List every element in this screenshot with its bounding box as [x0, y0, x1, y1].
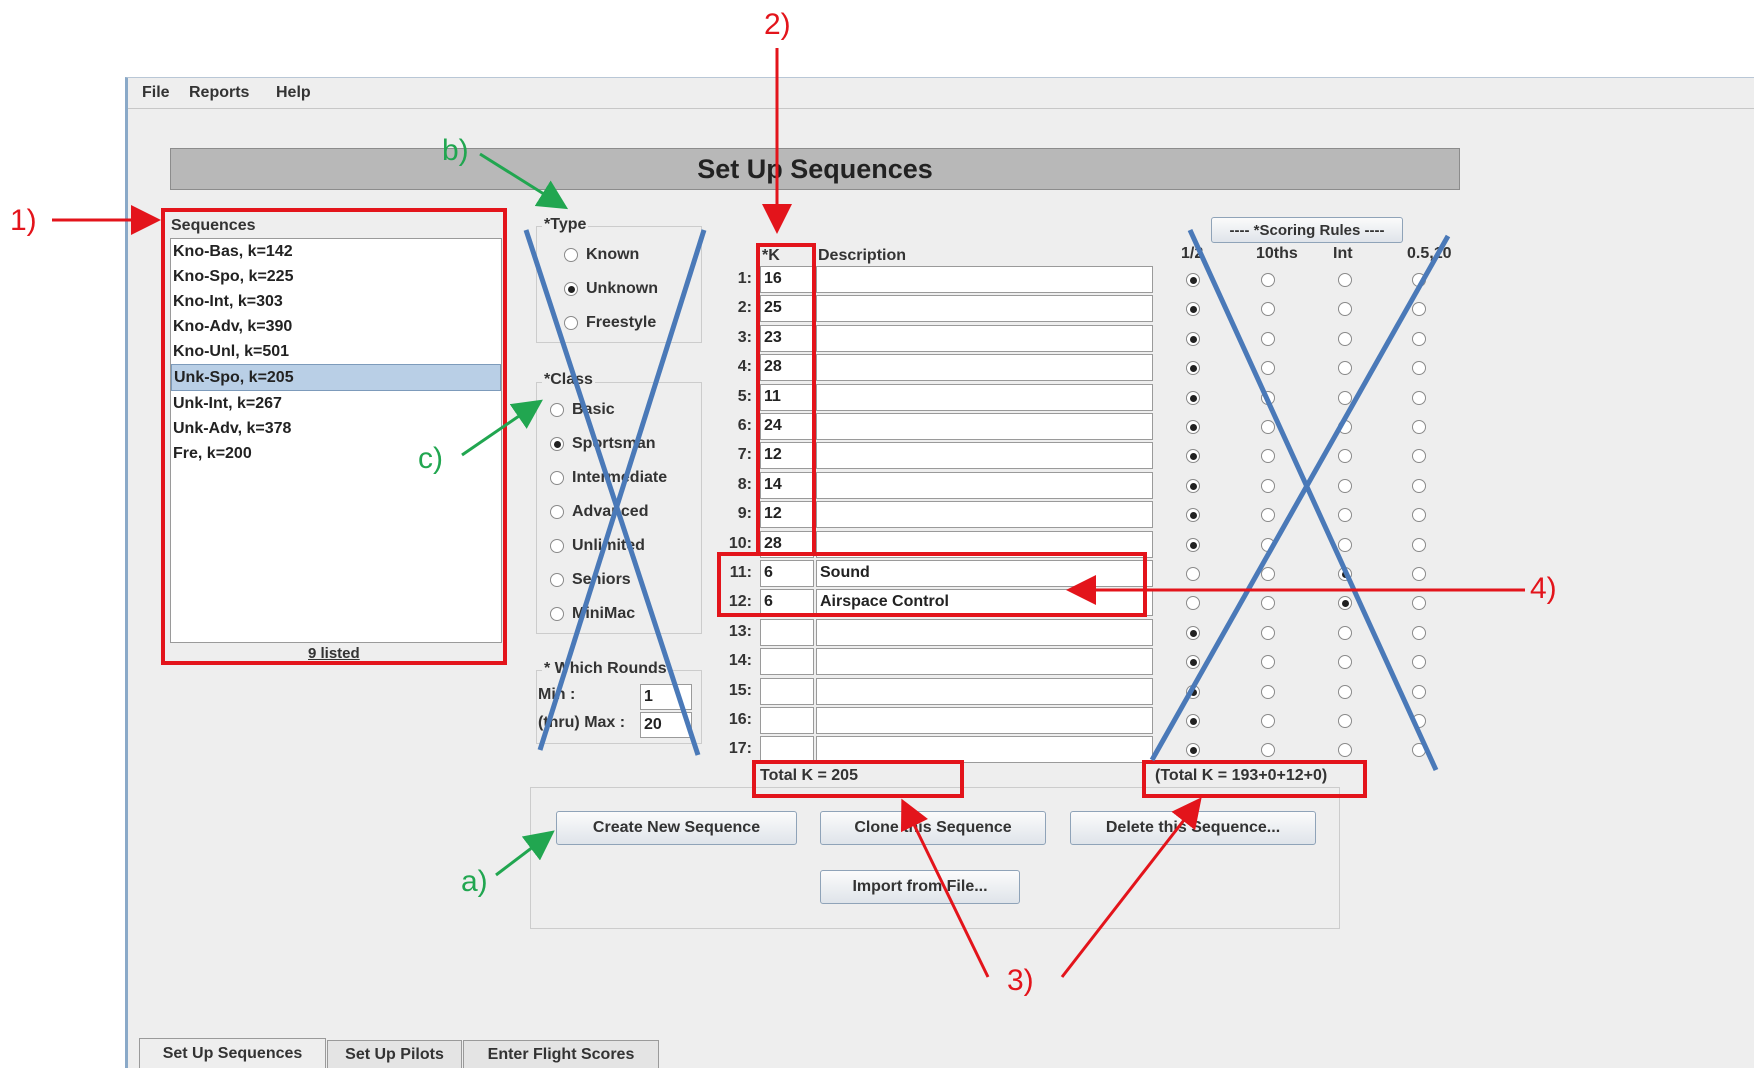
annotation-label-3: 3) [1007, 964, 1034, 997]
cross-scoring [1149, 228, 1451, 772]
annotation-overlay [52, 48, 1525, 978]
annotation-label-2: 2) [764, 8, 791, 41]
annotation-label-a: a) [461, 865, 488, 898]
annotation-label-c: c) [418, 442, 443, 475]
annotation-label-1: 1) [10, 204, 37, 237]
cross-type-class [523, 229, 707, 756]
annotation-label-b: b) [442, 134, 469, 167]
annotation-label-4: 4) [1530, 572, 1557, 605]
